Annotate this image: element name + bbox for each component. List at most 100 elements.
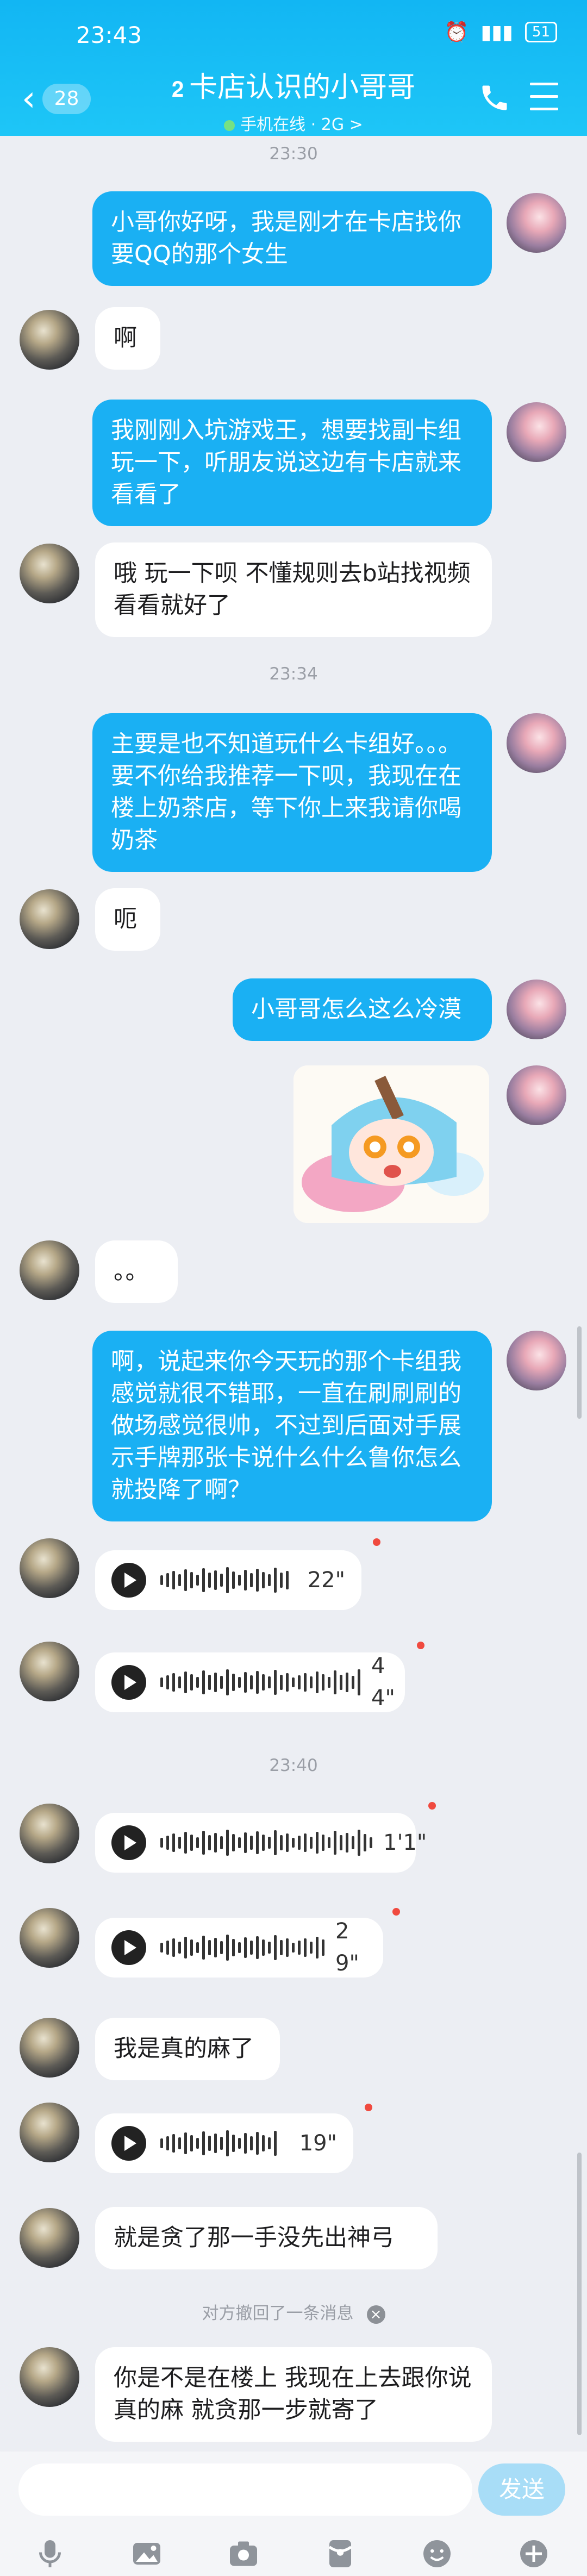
waveform-bar xyxy=(250,1573,253,1587)
play-icon[interactable] xyxy=(111,1930,146,1965)
play-icon[interactable] xyxy=(111,1665,146,1700)
contact-avatar[interactable] xyxy=(20,1538,79,1598)
waveform-bar xyxy=(292,1838,295,1848)
signal-icon: ▮▮▮ xyxy=(480,21,513,43)
waveform-bar xyxy=(304,1673,307,1692)
voice-message[interactable]: 1'1" xyxy=(95,1813,427,1873)
red-packet-icon[interactable] xyxy=(324,2537,357,2570)
mic-icon[interactable] xyxy=(34,2537,66,2570)
contact-avatar[interactable] xyxy=(20,2347,79,2407)
waveform-bar xyxy=(166,1836,169,1850)
incoming-message[interactable]: 哦 玩一下呗 不懂规则去b站找视频看看就好了 xyxy=(95,542,492,637)
waveform-bar xyxy=(358,1830,360,1856)
waveform-bar xyxy=(232,2135,235,2152)
contact-avatar[interactable] xyxy=(20,2208,79,2268)
waveform-bar xyxy=(190,1572,193,1588)
contact-avatar[interactable] xyxy=(20,2018,79,2078)
waveform-bar xyxy=(286,1673,289,1692)
incoming-message[interactable]: 呃 xyxy=(95,888,160,951)
waveform-bar xyxy=(178,1574,181,1586)
waveform-bar xyxy=(274,1670,277,1695)
back-button[interactable]: ‹ 28 xyxy=(22,82,91,116)
incoming-message[interactable]: 我是真的麻了 xyxy=(95,2018,280,2080)
voice-waveform xyxy=(160,1824,372,1862)
self-avatar[interactable] xyxy=(507,402,566,462)
contact-avatar[interactable] xyxy=(20,310,79,370)
voice-message[interactable]: 44" xyxy=(95,1652,405,1712)
sticker-image[interactable] xyxy=(294,1065,489,1223)
voice-message[interactable]: 22" xyxy=(95,1550,361,1610)
scrollbar[interactable] xyxy=(577,1326,582,1419)
contact-avatar[interactable] xyxy=(20,1908,79,1968)
play-icon[interactable] xyxy=(111,1563,146,1598)
presence-status: 手机在线 · 2G > xyxy=(163,111,424,135)
outgoing-message[interactable]: 我刚刚入坑游戏王，想要找副卡组玩一下，听朋友说这边有卡店就来看看了 xyxy=(92,400,492,526)
outgoing-message[interactable]: 啊，说起来你今天玩的那个卡组我感觉就很不错耶，一直在刷刷刷的做场感觉很帅，不过到… xyxy=(92,1331,492,1521)
contact-avatar[interactable] xyxy=(20,544,79,603)
waveform-bar xyxy=(232,1674,235,1691)
waveform-bar xyxy=(178,2137,181,2149)
self-avatar[interactable] xyxy=(507,713,566,773)
self-avatar[interactable] xyxy=(507,980,566,1039)
waveform-bar xyxy=(298,1675,301,1689)
plus-icon[interactable] xyxy=(517,2537,550,2570)
outgoing-message[interactable]: 小哥你好呀，我是刚才在卡店找你要QQ的那个女生 xyxy=(92,191,492,286)
waveform-bar xyxy=(202,1568,205,1592)
waveform-bar xyxy=(214,1938,217,1957)
waveform-bar xyxy=(214,1833,217,1853)
incoming-message[interactable]: 啊 xyxy=(95,307,160,370)
incoming-message[interactable]: 就是贪了那一手没先出神弓 xyxy=(95,2207,438,2269)
header-bar: 23:43 ⏰ ▮▮▮ 51 ‹ 28 𝟐 卡店认识的小哥哥 手机在线 · 2G … xyxy=(0,0,587,136)
waveform-bar xyxy=(268,1942,271,1954)
waveform-bar xyxy=(238,1575,241,1586)
waveform-bar xyxy=(262,1674,265,1691)
waveform-bar xyxy=(322,1835,324,1851)
play-icon[interactable] xyxy=(111,2126,146,2161)
waveform-bar xyxy=(190,1674,193,1691)
toolbar xyxy=(0,2533,587,2576)
unread-voice-dot xyxy=(365,2104,372,2111)
contact-avatar[interactable] xyxy=(20,1240,79,1300)
image-icon[interactable] xyxy=(130,2537,163,2570)
contact-avatar[interactable] xyxy=(20,1642,79,1701)
close-icon[interactable]: × xyxy=(366,2305,385,2324)
self-avatar[interactable] xyxy=(507,1065,566,1125)
emoji-icon[interactable] xyxy=(421,2537,453,2570)
menu-icon[interactable] xyxy=(530,83,558,111)
waveform-bar xyxy=(274,1935,277,1960)
waveform-bar xyxy=(178,1837,181,1849)
camera-icon[interactable] xyxy=(227,2537,260,2570)
voice-waveform xyxy=(160,1929,324,1967)
outgoing-message[interactable]: 主要是也不知道玩什么卡组好。。。要不你给我推荐一下呗，我现在在楼上奶茶店，等下你… xyxy=(92,713,492,872)
self-avatar[interactable] xyxy=(507,1331,566,1390)
play-icon[interactable] xyxy=(111,1825,146,1860)
waveform-bar xyxy=(220,1836,223,1849)
waveform-bar xyxy=(208,2136,211,2151)
voice-message[interactable]: 29" xyxy=(95,1918,383,1978)
scrollbar[interactable] xyxy=(577,2153,582,2435)
waveform-bar xyxy=(310,1676,313,1688)
send-button[interactable]: 发送 xyxy=(478,2463,565,2516)
waveform-bar xyxy=(160,1575,163,1585)
waveform-bar xyxy=(268,1676,271,1688)
waveform-bar xyxy=(250,2136,253,2150)
incoming-message[interactable]: 。。 xyxy=(95,1240,178,1303)
contact-avatar[interactable] xyxy=(20,2103,79,2162)
outgoing-message[interactable]: 小哥哥怎么这么冷漠 xyxy=(233,978,492,1041)
contact-avatar[interactable] xyxy=(20,889,79,949)
phone-icon[interactable] xyxy=(478,82,511,114)
waveform-bar xyxy=(334,1670,336,1694)
voice-duration: 29" xyxy=(335,1919,359,1976)
waveform-bar xyxy=(214,2134,217,2153)
chat-title-area[interactable]: 𝟐 卡店认识的小哥哥 手机在线 · 2G > xyxy=(163,71,424,135)
waveform-bar xyxy=(160,2138,163,2148)
waveform-bar xyxy=(226,1935,229,1961)
waveform-bar xyxy=(334,1831,336,1855)
waveform-bar xyxy=(232,1834,235,1851)
message-input[interactable] xyxy=(18,2463,472,2516)
waveform-bar xyxy=(244,1570,247,1590)
self-avatar[interactable] xyxy=(507,193,566,253)
voice-message[interactable]: 19" xyxy=(95,2113,353,2173)
contact-avatar[interactable] xyxy=(20,1804,79,1863)
incoming-message[interactable]: 你是不是在楼上 我现在上去跟你说 真的麻 就贪那一步就寄了 xyxy=(95,2347,492,2442)
